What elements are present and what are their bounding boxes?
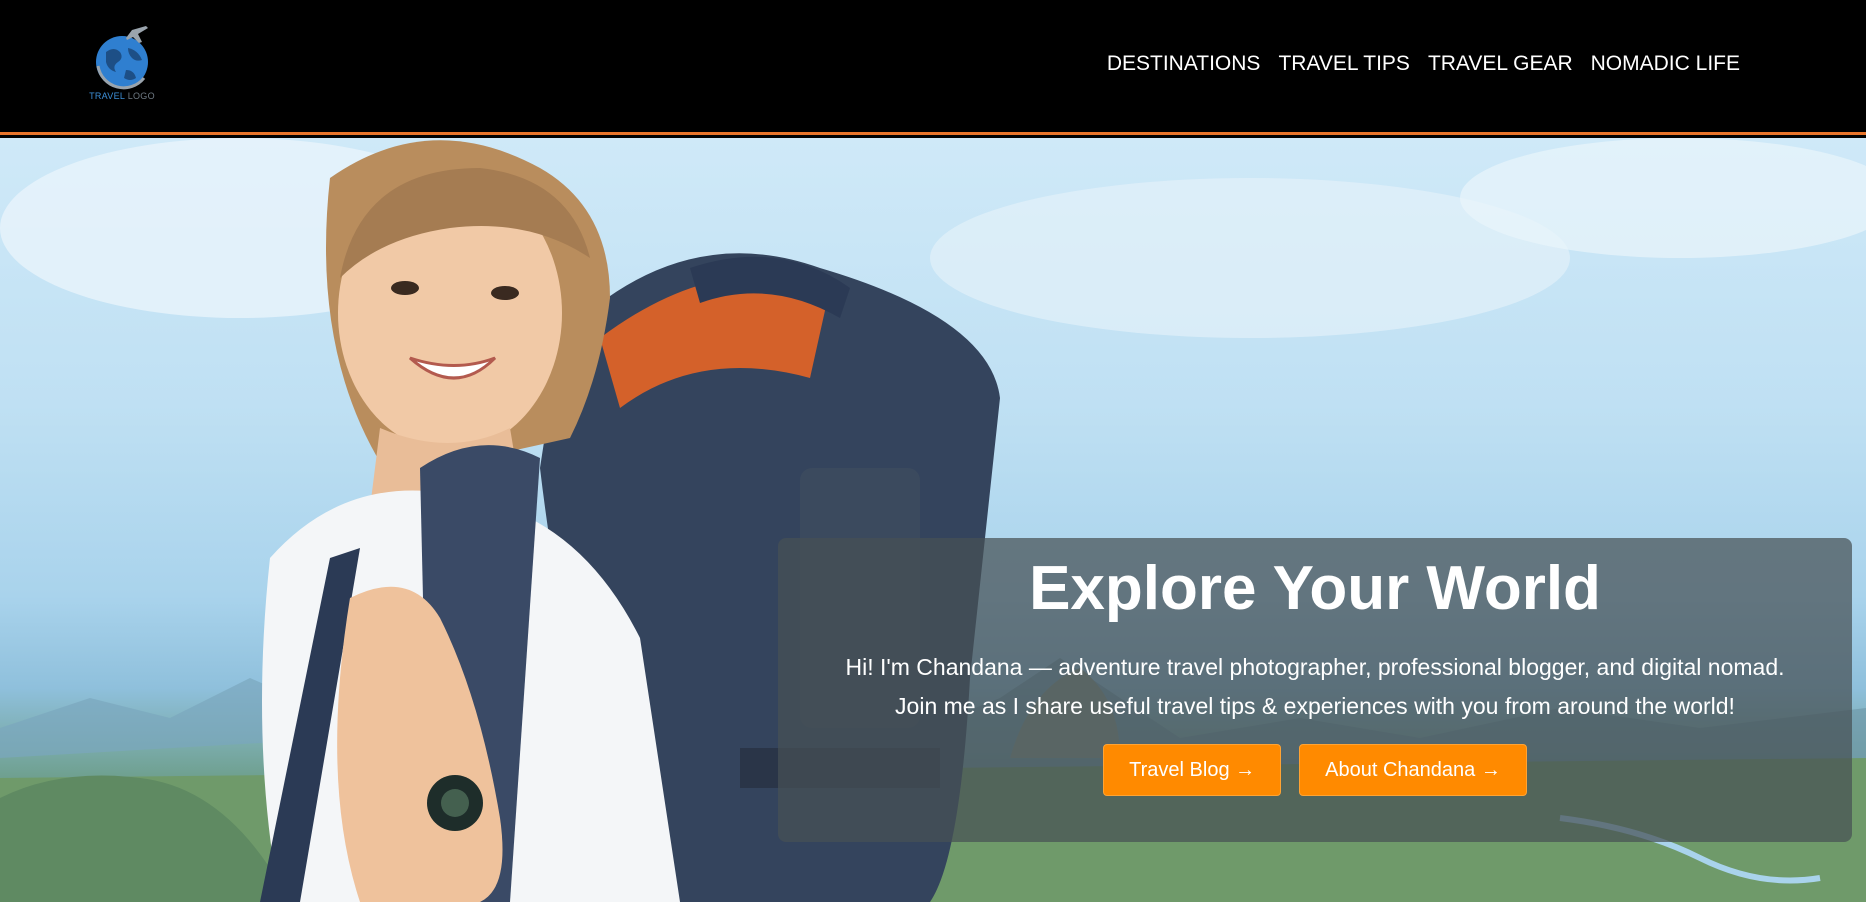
hero-buttons: Travel Blog → About Chandana → [778,744,1852,797]
travel-blog-button[interactable]: Travel Blog → [1103,744,1282,797]
logo-text: TRAVEL LOGO [89,91,155,101]
site-header: TRAVEL LOGO DESTINATIONS TRAVEL TIPS TRA… [0,0,1866,135]
globe-plane-icon [96,26,148,90]
hero-section: Explore Your World Hi! I'm Chandana — ad… [0,138,1866,902]
hero-intro-text: Hi! I'm Chandana — adventure travel phot… [805,648,1825,726]
main-nav: DESTINATIONS TRAVEL TIPS TRAVEL GEAR NOM… [1107,52,1740,76]
hero-title: Explore Your World [1029,554,1601,623]
nav-destinations[interactable]: DESTINATIONS [1107,52,1261,76]
nav-travel-tips[interactable]: TRAVEL TIPS [1278,52,1410,76]
about-chandana-button[interactable]: About Chandana → [1299,744,1527,797]
hero-intro-line2: Join me as I share useful travel tips & … [895,693,1735,720]
nav-nomadic-life[interactable]: NOMADIC LIFE [1591,52,1740,76]
site-logo[interactable]: TRAVEL LOGO [86,22,158,106]
nav-travel-gear[interactable]: TRAVEL GEAR [1428,52,1573,76]
hero-intro-line1: Hi! I'm Chandana — adventure travel phot… [845,654,1785,681]
hero-intro-panel: Explore Your World Hi! I'm Chandana — ad… [778,538,1852,842]
